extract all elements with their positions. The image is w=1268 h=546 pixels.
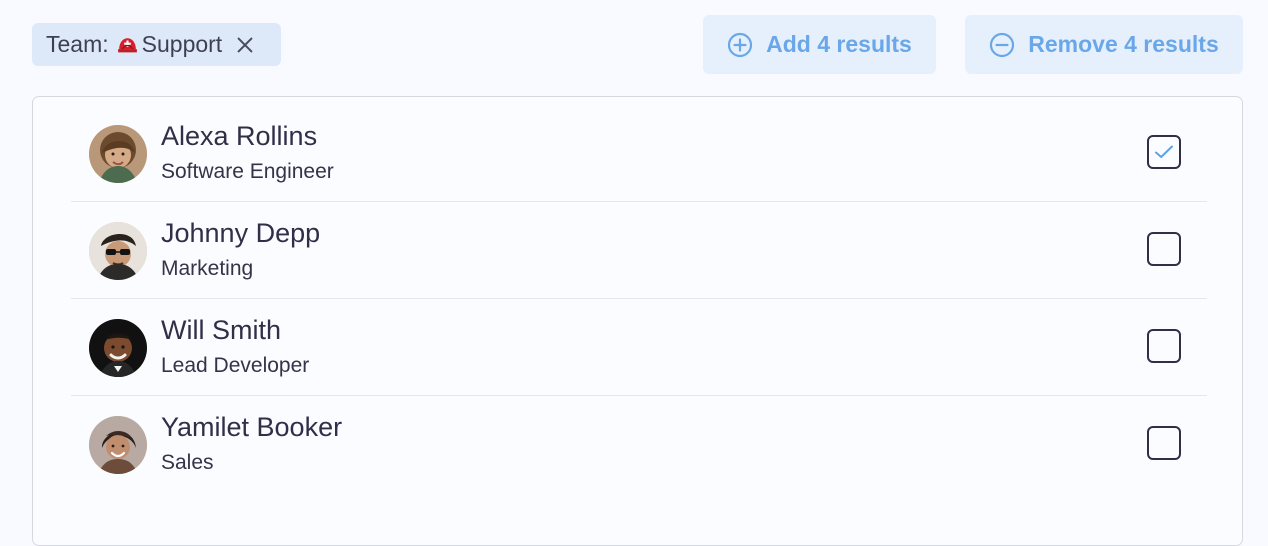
person-avatar-icon <box>89 319 147 377</box>
person-row-will-smith[interactable]: Will Smith Lead Developer <box>71 299 1207 396</box>
select-checkbox[interactable] <box>1147 329 1181 363</box>
team-filter-chip[interactable]: Team: Support <box>32 23 281 66</box>
remove-results-button[interactable]: Remove 4 results <box>965 15 1243 74</box>
person-name: Yamilet Booker <box>161 412 343 442</box>
minus-circle-icon <box>989 32 1015 58</box>
close-icon[interactable] <box>234 34 256 56</box>
person-avatar-icon <box>89 125 147 183</box>
rescue-helmet-icon <box>115 32 140 57</box>
person-row-johnny-depp[interactable]: Johnny Depp Marketing <box>71 202 1207 299</box>
filter-label: Team: <box>46 31 109 57</box>
add-results-button[interactable]: Add 4 results <box>703 15 936 74</box>
person-role: Lead Developer <box>161 354 310 377</box>
people-results-list: Alexa Rollins Software Engineer Johnny D… <box>32 96 1243 546</box>
select-checkbox[interactable] <box>1147 232 1181 266</box>
person-row-alexa-rollins[interactable]: Alexa Rollins Software Engineer <box>71 105 1207 202</box>
filter-value: Support <box>141 31 223 57</box>
remove-results-label: Remove 4 results <box>1028 31 1219 57</box>
person-name: Alexa Rollins <box>161 121 318 151</box>
person-name: Johnny Depp <box>161 218 321 248</box>
person-role: Sales <box>161 451 214 474</box>
person-avatar-icon <box>89 416 147 474</box>
person-role: Marketing <box>161 257 254 280</box>
checkmark-icon <box>1154 144 1174 160</box>
person-avatar-icon <box>89 222 147 280</box>
plus-circle-icon <box>727 32 753 58</box>
results-toolbar: Team: Support Add 4 results Remove 4 res… <box>0 0 1268 92</box>
select-checkbox[interactable] <box>1147 426 1181 460</box>
add-results-label: Add 4 results <box>766 31 912 57</box>
person-name: Will Smith <box>161 315 281 345</box>
select-checkbox[interactable] <box>1147 135 1181 169</box>
person-role: Software Engineer <box>161 160 334 183</box>
person-row-yamilet-booker[interactable]: Yamilet Booker Sales <box>71 396 1207 493</box>
